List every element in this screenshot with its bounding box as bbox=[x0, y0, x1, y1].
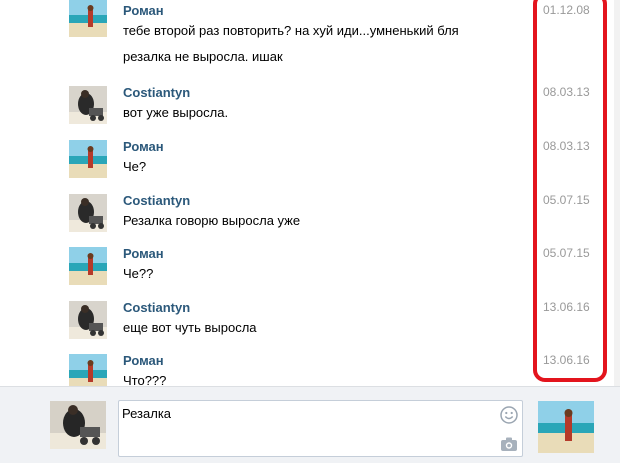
message-date: 05.07.15 bbox=[543, 246, 590, 260]
message-date: 05.07.15 bbox=[543, 193, 590, 207]
message-date: 01.12.08 bbox=[543, 3, 590, 17]
peer-avatar[interactable] bbox=[538, 401, 594, 453]
camera-icon[interactable] bbox=[500, 436, 518, 452]
message-text: Че?? bbox=[123, 266, 154, 281]
message-author[interactable]: Роман bbox=[123, 246, 164, 261]
message-author[interactable]: Costiantyn bbox=[123, 193, 190, 208]
message-history[interactable]: Роман 01.12.08 тебе второй раз повторить… bbox=[0, 0, 620, 386]
message-author[interactable]: Роман bbox=[123, 3, 164, 18]
scrollbar[interactable] bbox=[614, 0, 620, 386]
avatar[interactable] bbox=[69, 140, 107, 178]
avatar[interactable] bbox=[69, 354, 107, 386]
date-highlight-annotation bbox=[533, 0, 607, 382]
message-author[interactable]: Роман bbox=[123, 353, 164, 368]
message-text: резалка не выросла. ишак bbox=[123, 49, 283, 64]
message-text: тебе второй раз повторить? на хуй иди...… bbox=[123, 23, 459, 38]
avatar[interactable] bbox=[69, 301, 107, 339]
message-text: вот уже выросла. bbox=[123, 105, 229, 120]
message-date: 13.06.16 bbox=[543, 300, 590, 314]
message-text: Что??? bbox=[123, 373, 167, 386]
smile-icon[interactable] bbox=[500, 406, 518, 424]
message-author[interactable]: Роман bbox=[123, 139, 164, 154]
avatar[interactable] bbox=[69, 0, 107, 37]
message-date: 13.06.16 bbox=[543, 353, 590, 367]
avatar[interactable] bbox=[69, 86, 107, 124]
message-input-value: Резалка bbox=[122, 406, 172, 421]
message-input[interactable]: Резалка bbox=[118, 400, 523, 457]
message-text: Че? bbox=[123, 159, 147, 174]
message-composer: Резалка bbox=[0, 386, 620, 463]
message-text: еще вот чуть выросла bbox=[123, 320, 257, 335]
message-author[interactable]: Costiantyn bbox=[123, 300, 190, 315]
message-date: 08.03.13 bbox=[543, 139, 590, 153]
my-avatar[interactable] bbox=[50, 401, 106, 449]
message-text: Резалка говорю выросла уже bbox=[123, 213, 301, 228]
message-date: 08.03.13 bbox=[543, 85, 590, 99]
message-author[interactable]: Costiantyn bbox=[123, 85, 190, 100]
avatar[interactable] bbox=[69, 247, 107, 285]
avatar[interactable] bbox=[69, 194, 107, 232]
